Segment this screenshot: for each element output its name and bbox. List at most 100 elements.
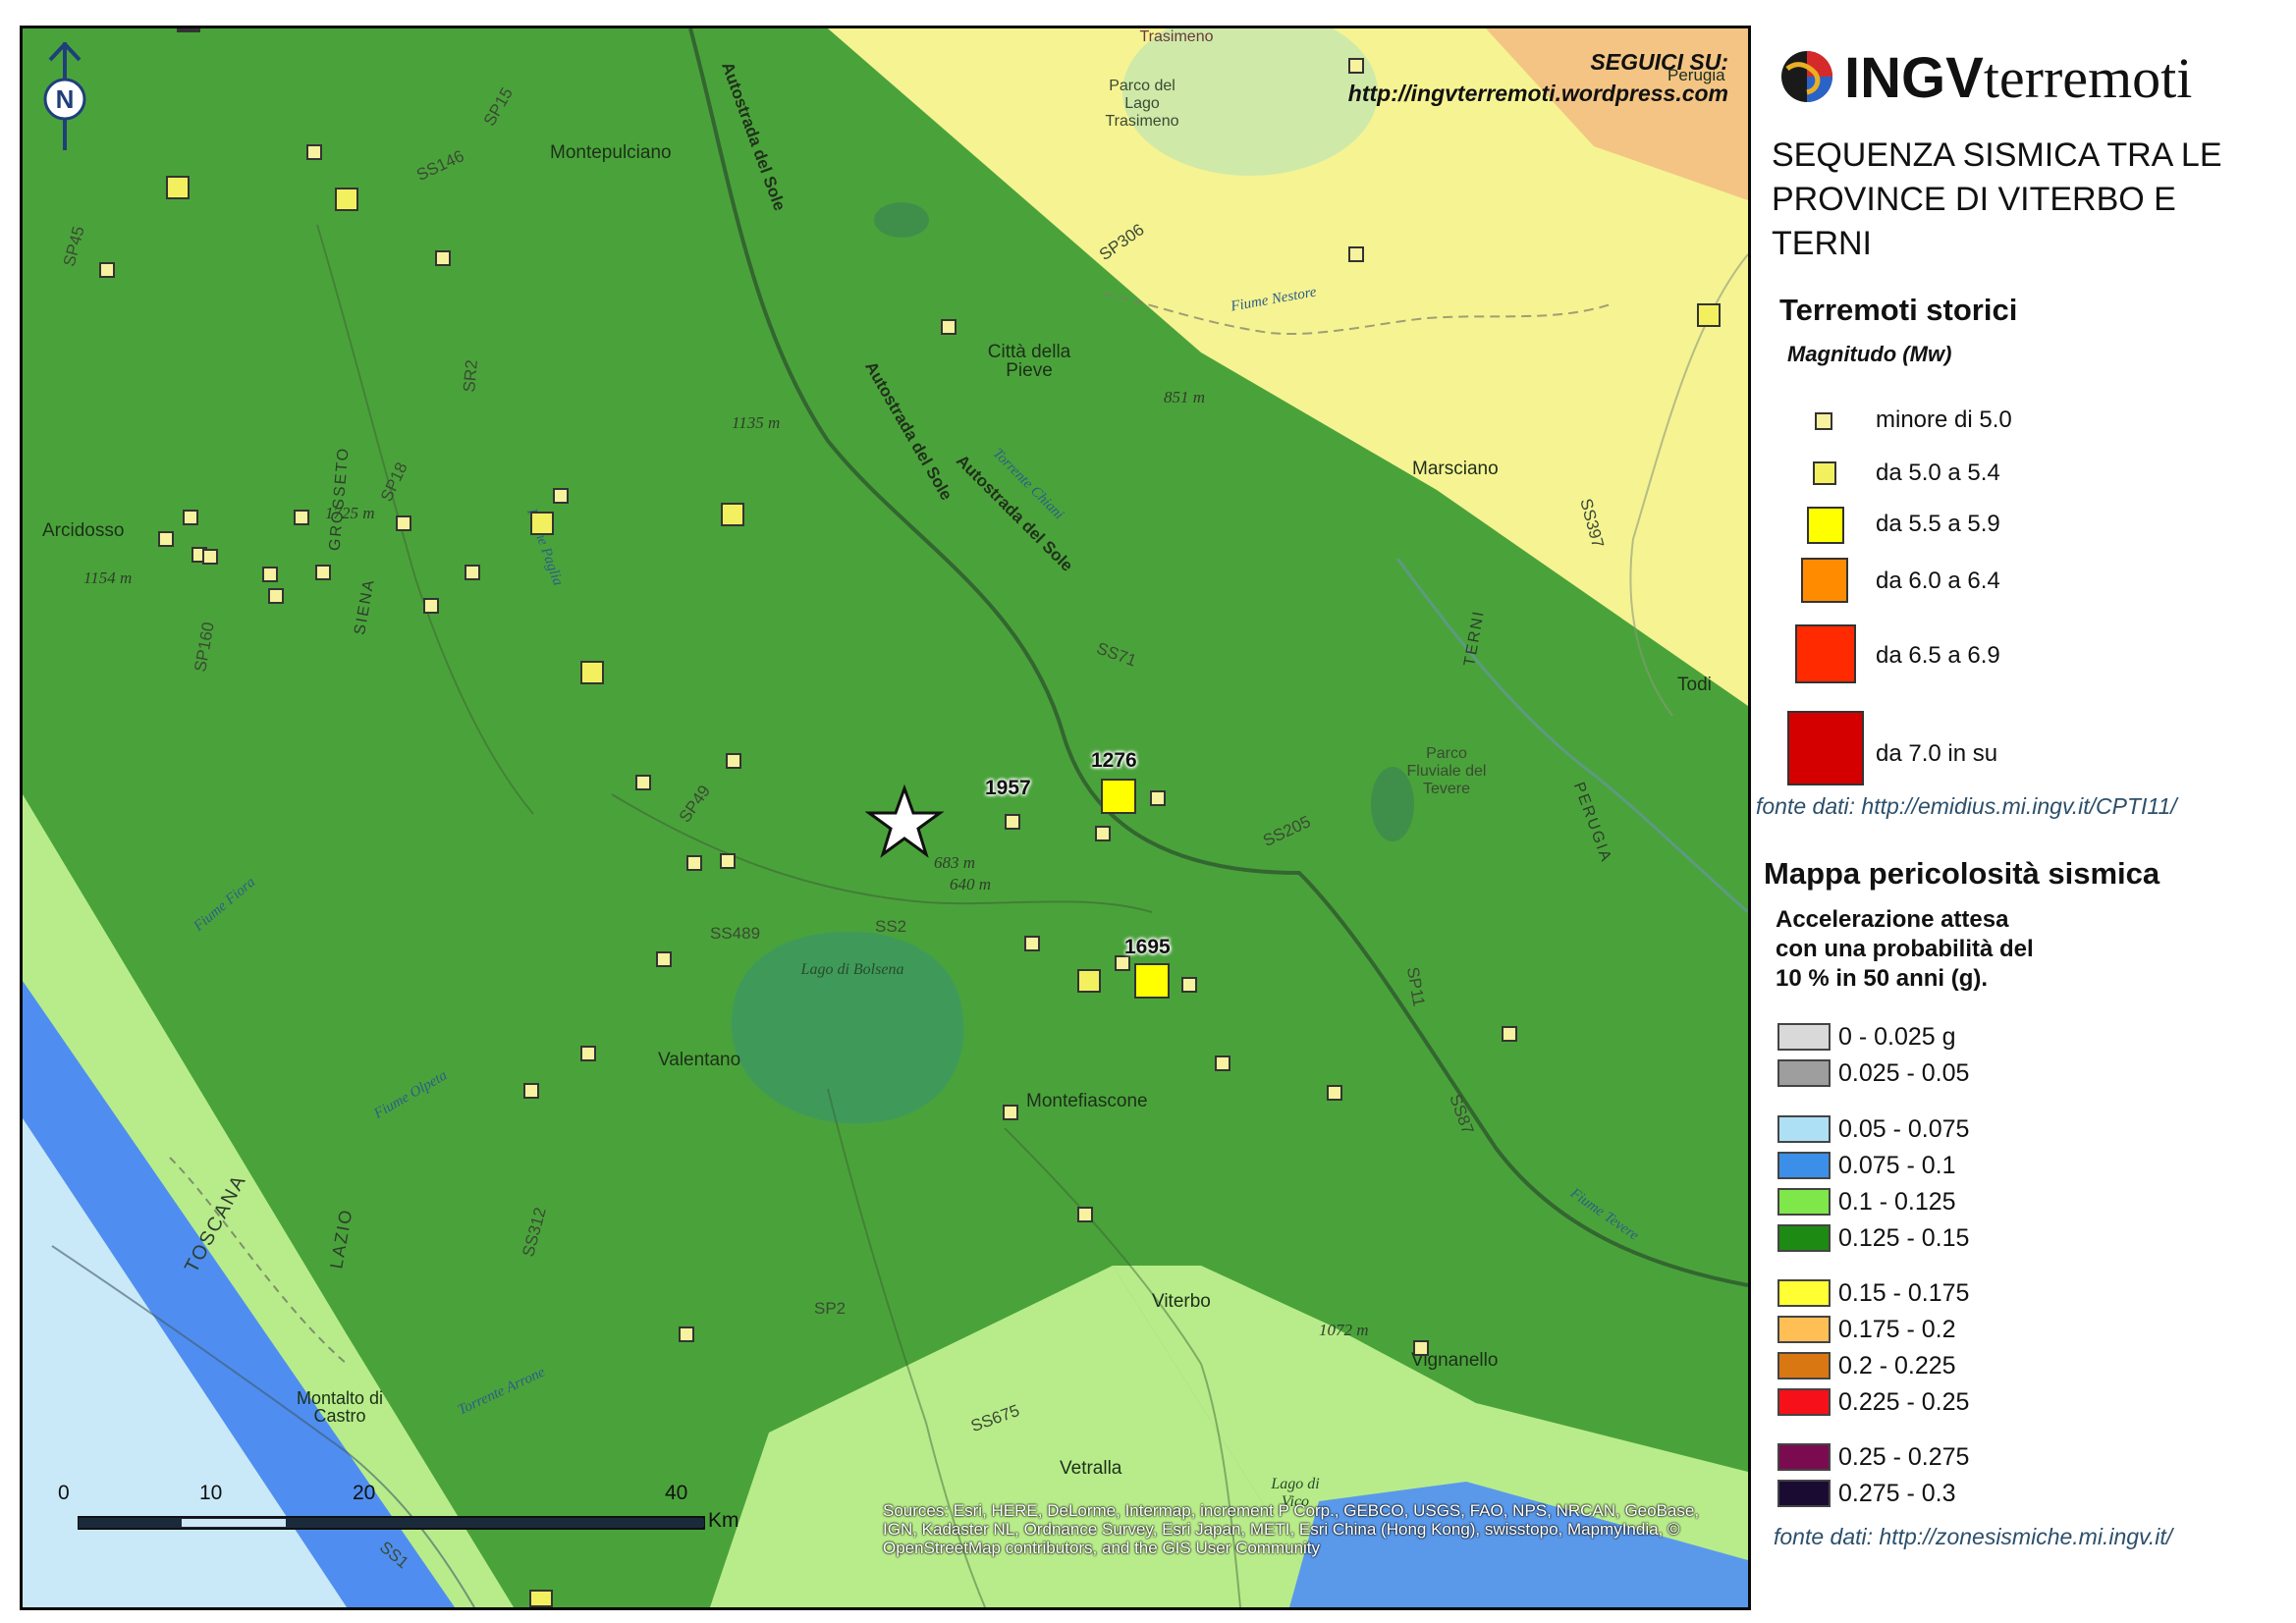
historical-source: fonte dati: http://emidius.mi.ingv.it/CP… [1756,793,2177,819]
hazard-swatch [1777,1115,1831,1143]
park-label: Parco Fluviale del Tevere [1406,745,1487,797]
earthquake-marker[interactable] [423,598,439,614]
hazard-label: 0.15 - 0.175 [1838,1279,1970,1307]
earthquake-marker[interactable] [1077,969,1101,993]
earthquake-marker[interactable] [721,503,744,526]
earthquake-marker[interactable] [679,1326,694,1342]
hazard-label: 0 - 0.025 g [1838,1023,1956,1051]
legend-label: minore di 5.0 [1876,406,2012,433]
hazard-label: 0.025 - 0.05 [1838,1059,1970,1087]
hazard-subheading-line: Accelerazione attesa [1776,906,2009,933]
hazard-subheading-line: con una probabilità del [1776,936,2034,962]
elevation-label: 1135 m [732,413,781,432]
road-label: SR2 [460,358,481,394]
earthquake-marker[interactable] [315,565,331,580]
earthquake-marker[interactable] [99,262,115,278]
town-label: Vetralla [1060,1458,1122,1479]
town-label: Perugia [1667,66,1725,84]
lake-label: Lago di Bolsena [800,961,904,978]
earthquake-marker[interactable] [1215,1055,1230,1071]
earthquake-marker[interactable] [941,319,957,335]
historical-heading: Terremoti storici [1779,293,2018,327]
earthquake-marker[interactable] [720,853,736,869]
legend-swatch [1813,461,1836,485]
earthquake-marker[interactable] [183,510,198,525]
north-arrow-icon: N [43,42,86,150]
earthquake-marker[interactable] [1327,1085,1342,1101]
earthquake-marker[interactable] [1348,58,1364,74]
earthquake-marker[interactable] [1348,246,1364,262]
year-label: 1276 [1091,749,1137,772]
earthquake-marker[interactable] [726,753,741,769]
earthquake-marker[interactable] [202,549,218,565]
earthquake-marker[interactable] [435,250,451,266]
earthquake-marker[interactable] [1095,826,1111,841]
earthquake-marker[interactable] [268,588,284,604]
hazard-swatch [1777,1388,1831,1416]
earthquake-marker[interactable] [1181,977,1197,993]
earthquake-marker[interactable] [1413,1340,1429,1356]
town-label: Todi [1677,675,1712,695]
epicenter-star-icon[interactable] [865,783,944,861]
earthquake-marker[interactable] [306,144,322,160]
earthquake-marker[interactable] [635,775,651,790]
earthquake-marker[interactable] [1150,790,1166,806]
earthquake-marker[interactable] [262,567,278,582]
elevation-label: 1725 m [325,504,375,522]
town-label: Marsciano [1412,459,1499,479]
hazard-swatch [1777,1188,1831,1216]
hazard-label: 0.25 - 0.275 [1838,1443,1970,1471]
earthquake-marker[interactable] [530,512,554,535]
earthquake-marker[interactable] [1003,1105,1018,1120]
earthquake-marker[interactable] [1101,779,1136,814]
earthquake-marker[interactable] [1005,814,1020,830]
earthquake-marker[interactable] [335,188,358,211]
hazard-swatch [1777,1059,1831,1087]
scale-tick: 40 [665,1482,688,1504]
earthquake-marker[interactable] [656,951,672,967]
earthquake-marker[interactable] [166,176,190,199]
hazard-label: 0.275 - 0.3 [1838,1480,1956,1507]
scale-tick: 10 [199,1482,223,1504]
earthquake-marker[interactable] [158,531,174,547]
earthquake-marker[interactable] [465,565,480,580]
town-label: Città della Pieve [987,342,1071,381]
magnitude-subheading: Magnitudo (Mw) [1787,342,1952,366]
earthquake-marker[interactable] [686,855,702,871]
legend-label: da 5.5 a 5.9 [1876,511,2000,537]
park-label: Parco del Lago Trasimeno [1105,78,1179,130]
earthquake-marker[interactable] [1024,936,1040,951]
earthquake-marker[interactable] [396,515,411,531]
town-label: Viterbo [1152,1291,1211,1312]
earthquake-marker[interactable] [1502,1026,1517,1042]
earthquake-marker[interactable] [580,1046,596,1061]
hazard-swatch [1777,1443,1831,1471]
elevation-label: 1154 m [83,568,133,587]
earthquake-marker[interactable] [1077,1207,1093,1222]
hazard-label: 0.05 - 0.075 [1838,1115,1970,1143]
earthquake-marker[interactable] [1134,963,1170,999]
earthquake-marker[interactable] [177,28,200,32]
hazard-label: 0.075 - 0.1 [1838,1152,1956,1179]
hazard-subheading-line: 10 % in 50 anni (g). [1776,965,1989,992]
globe-logo-icon [1781,51,1832,102]
hazard-label: 0.175 - 0.2 [1838,1316,1956,1343]
earthquake-marker[interactable] [294,510,309,525]
north-label: N [56,84,75,114]
earthquake-marker[interactable] [523,1083,539,1099]
legend-swatch [1807,507,1844,544]
earthquake-marker[interactable] [529,1590,553,1607]
town-label: Valentano [658,1050,741,1070]
legend-swatch [1801,558,1848,603]
hazard-swatch [1777,1316,1831,1343]
legend-label: da 6.5 a 6.9 [1876,642,2000,669]
hazard-swatch [1777,1023,1831,1051]
elevation-label: 851 m [1164,388,1206,406]
town-label: Montefiascone [1026,1091,1148,1111]
earthquake-marker[interactable] [1697,303,1721,327]
earthquake-marker[interactable] [580,661,604,684]
legend-swatch [1787,711,1864,785]
earthquake-marker[interactable] [553,488,569,504]
seismic-map[interactable]: N SEGUICI SU: http://ingvterremoti.wordp… [20,26,1751,1610]
legend-swatch [1815,412,1832,430]
